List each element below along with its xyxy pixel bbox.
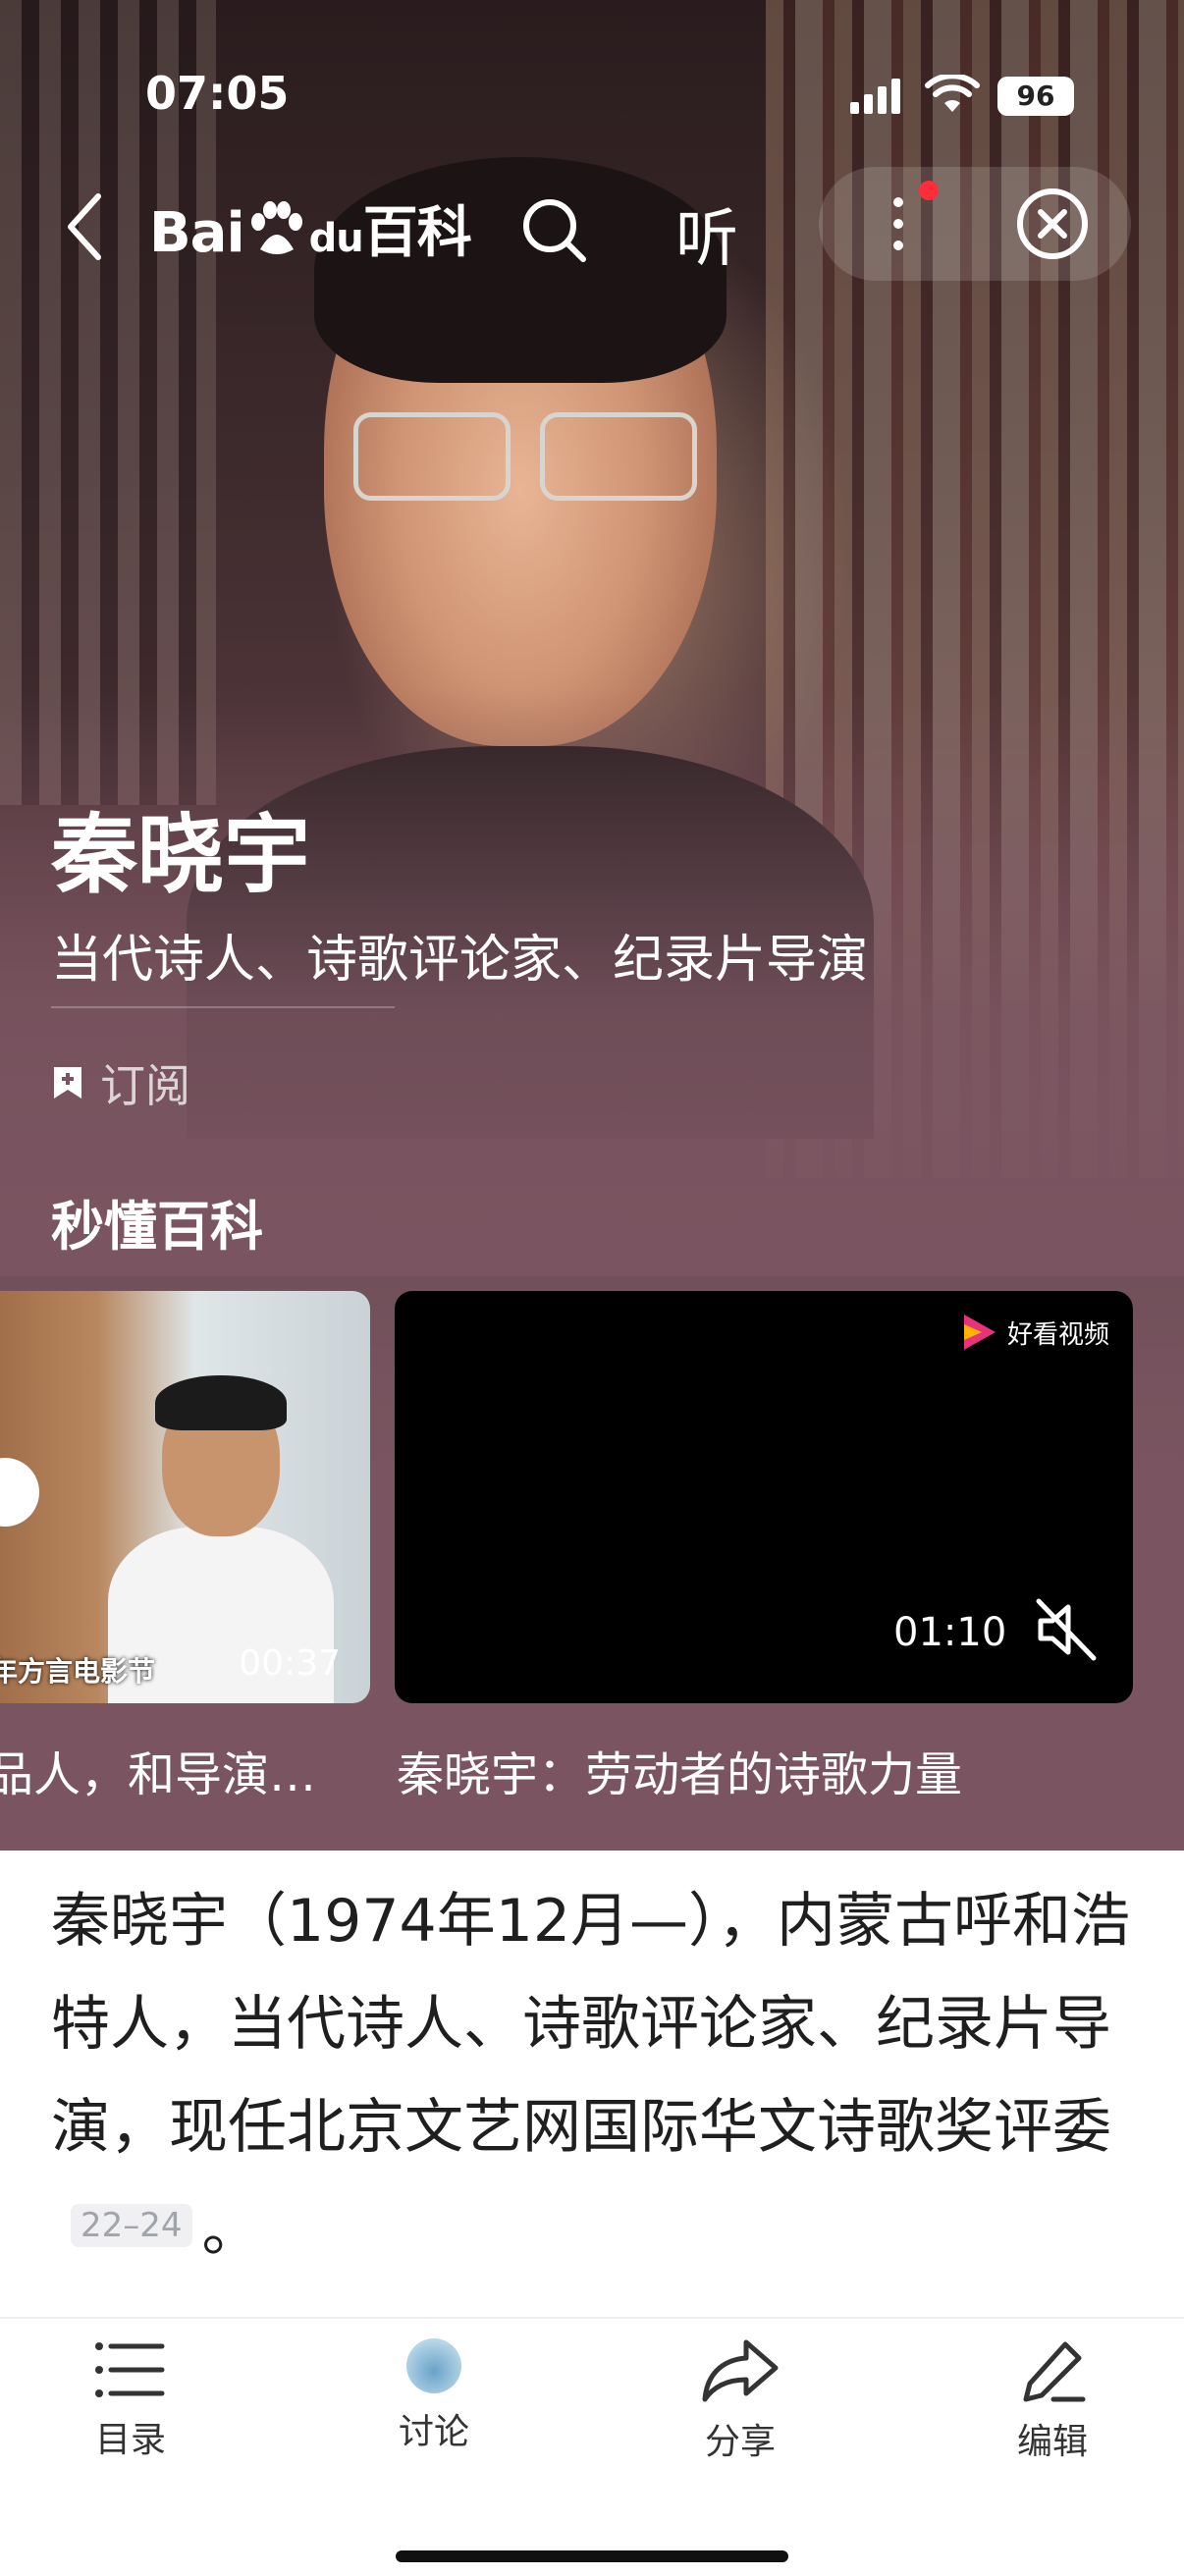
haokan-logo-icon: [963, 1315, 996, 1350]
mute-icon[interactable]: [1033, 1595, 1102, 1664]
discuss-button[interactable]: 讨论: [336, 2338, 532, 2454]
bottom-toolbar: 目录 讨论 分享 编辑: [0, 2317, 1184, 2576]
baidu-baike-logo[interactable]: Bai du百科: [149, 188, 472, 267]
home-indicator: [396, 2550, 788, 2562]
paw-icon: [246, 200, 307, 261]
listen-button[interactable]: 听: [675, 188, 738, 279]
subscribe-button[interactable]: 订阅: [51, 1050, 190, 1115]
citation-link[interactable]: 22–24: [71, 2204, 192, 2247]
notification-dot: [919, 181, 939, 200]
search-icon[interactable]: [516, 192, 591, 267]
battery-indicator: 96: [997, 77, 1074, 116]
edit-button[interactable]: 编辑: [954, 2338, 1151, 2464]
summary-section: 秦晓宇（1974年12月—），内蒙古呼和浩特人，当代诗人、诗歌评论家、纪录片导演…: [0, 1851, 1184, 2317]
share-icon: [702, 2339, 779, 2402]
subscribe-label: 订阅: [100, 1059, 190, 1112]
list-icon: [95, 2342, 165, 2397]
bookmark-icon: [54, 1067, 81, 1099]
haokan-brand: 好看视频: [960, 1311, 1109, 1354]
back-icon[interactable]: [65, 192, 104, 261]
entry-title: 秦晓宇: [51, 804, 311, 905]
toc-button[interactable]: 目录: [32, 2338, 229, 2462]
pencil-icon: [1023, 2341, 1086, 2402]
discuss-avatar-icon: [406, 2338, 461, 2393]
summary-text: 秦晓宇（1974年12月—），内蒙古呼和浩特人，当代诗人、诗歌评论家、纪录片导演…: [51, 1887, 1131, 2265]
signal-icon: [850, 79, 901, 114]
video-card[interactable]: 年方言电影节 00:37: [0, 1291, 370, 1703]
video-title[interactable]: 品人，和导演…: [0, 1736, 316, 1804]
status-time: 07:05: [145, 67, 290, 120]
play-icon: [0, 1458, 39, 1527]
share-button[interactable]: 分享: [642, 2338, 838, 2464]
bookshelf-left: [0, 0, 216, 805]
close-icon[interactable]: [1015, 187, 1090, 261]
video-duration: 01:10: [893, 1610, 1007, 1655]
divider: [51, 1006, 395, 1008]
entry-subtitle: 当代诗人、诗歌评论家、纪录片导演: [51, 931, 869, 990]
video-title[interactable]: 秦晓宇：劳动者的诗歌力量: [397, 1736, 962, 1804]
more-icon[interactable]: [884, 187, 913, 261]
video-duration: 00:37: [239, 1643, 341, 1684]
wifi-icon: [925, 75, 980, 112]
video-player[interactable]: 好看视频 01:10: [395, 1291, 1133, 1703]
section-title: 秒懂百科: [51, 1196, 263, 1258]
video-overlay-caption: 年方言电影节: [0, 1655, 156, 1688]
